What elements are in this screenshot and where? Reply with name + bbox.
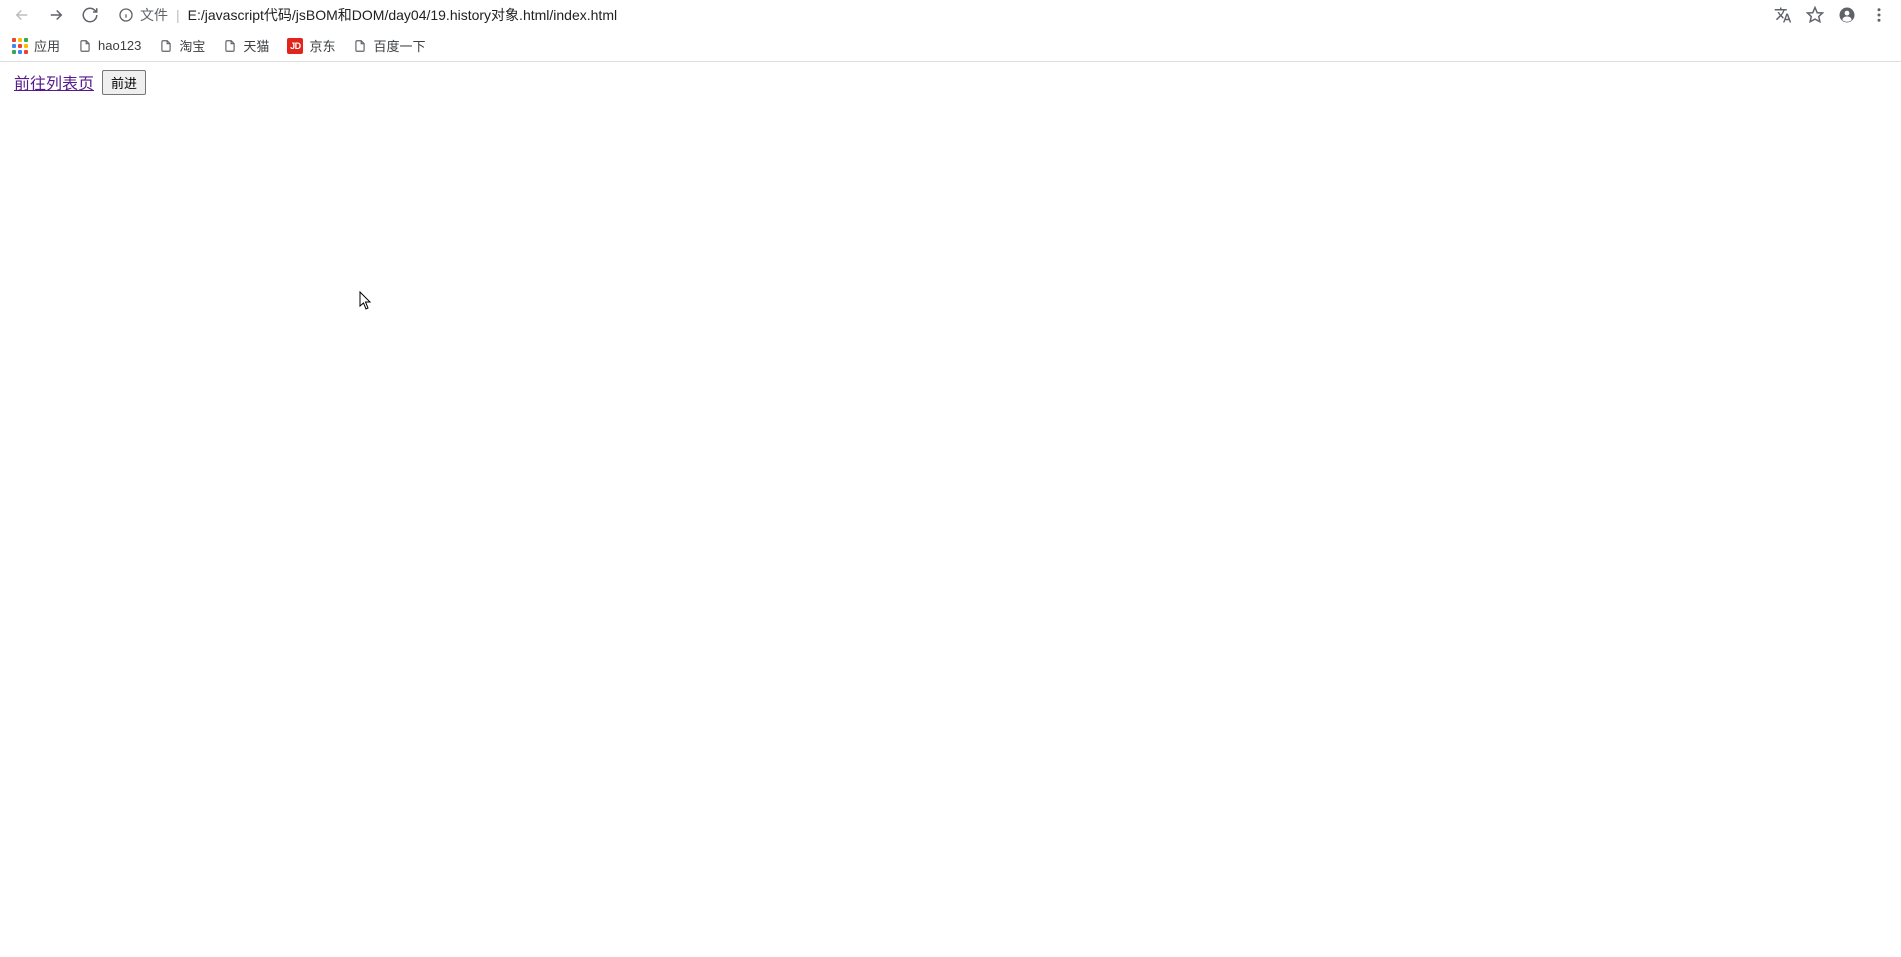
bookmark-taobao[interactable]: 淘宝 bbox=[159, 36, 205, 55]
translate-icon[interactable] bbox=[1773, 5, 1793, 25]
address-bar[interactable]: 文件 | E:/javascript代码/jsBOM和DOM/day04/19.… bbox=[110, 1, 1767, 29]
bookmark-apps[interactable]: 应用 bbox=[12, 36, 60, 55]
apps-icon bbox=[12, 38, 28, 54]
bookmark-label: 淘宝 bbox=[179, 36, 205, 55]
page-icon bbox=[353, 39, 367, 53]
cursor-icon bbox=[359, 291, 373, 311]
page-icon bbox=[159, 39, 173, 53]
bookmark-tmall[interactable]: 天猫 bbox=[223, 36, 269, 55]
browser-toolbar: 文件 | E:/javascript代码/jsBOM和DOM/day04/19.… bbox=[0, 0, 1901, 30]
bookmark-label: 百度一下 bbox=[373, 36, 425, 55]
bookmark-label: 应用 bbox=[34, 36, 60, 55]
menu-icon[interactable] bbox=[1869, 5, 1889, 25]
back-button[interactable] bbox=[8, 1, 36, 29]
list-page-link[interactable]: 前往列表页 bbox=[14, 76, 94, 93]
bookmarks-bar: 应用 hao123 淘宝 天猫 JD 京东 百度一下 bbox=[0, 30, 1901, 62]
page-icon bbox=[223, 39, 237, 53]
page-content: 前往列表页 前进 bbox=[0, 62, 1901, 103]
page-icon bbox=[78, 39, 92, 53]
address-url: E:/javascript代码/jsBOM和DOM/day04/19.histo… bbox=[188, 5, 617, 25]
toolbar-right-icons bbox=[1773, 5, 1893, 25]
address-prefix: 文件 bbox=[140, 5, 168, 25]
bookmark-label: 天猫 bbox=[243, 36, 269, 55]
site-info-icon[interactable] bbox=[118, 7, 134, 23]
bookmark-label: hao123 bbox=[98, 38, 141, 53]
bookmark-hao123[interactable]: hao123 bbox=[78, 38, 141, 53]
address-separator: | bbox=[176, 7, 180, 23]
bookmark-label: 京东 bbox=[309, 36, 335, 55]
forward-button[interactable] bbox=[42, 1, 70, 29]
bookmark-baidu[interactable]: 百度一下 bbox=[353, 36, 425, 55]
profile-icon[interactable] bbox=[1837, 5, 1857, 25]
forward-page-button[interactable]: 前进 bbox=[102, 70, 146, 95]
jd-icon: JD bbox=[287, 38, 303, 54]
bookmark-jd[interactable]: JD 京东 bbox=[287, 36, 335, 55]
star-icon[interactable] bbox=[1805, 5, 1825, 25]
reload-button[interactable] bbox=[76, 1, 104, 29]
